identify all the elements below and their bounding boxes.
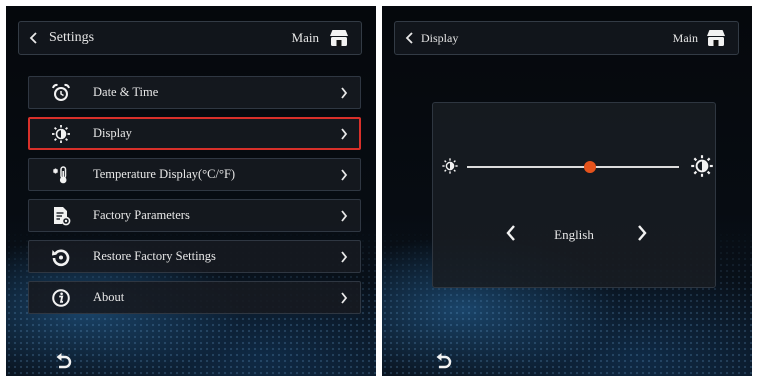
menu-item-label: Date & Time (93, 85, 159, 99)
main-link[interactable]: Main (673, 22, 698, 54)
menu-item-temperature-display[interactable]: Temperature Display(°C/°F) (28, 158, 361, 191)
language-value: English (554, 227, 594, 242)
info-icon (52, 289, 70, 307)
brightness-low-icon (442, 158, 458, 174)
main-link[interactable]: Main (292, 22, 319, 54)
settings-screen: Settings Main Date & Time Display Temper… (6, 6, 376, 376)
display-panel: English (432, 102, 716, 288)
display-header: Display Main (394, 21, 739, 55)
return-icon (56, 353, 72, 369)
menu-item-label: Factory Parameters (93, 208, 190, 222)
page-title: Display (421, 31, 459, 45)
brightness-down-button[interactable] (441, 157, 459, 180)
document-settings-icon (54, 207, 71, 226)
back-button[interactable] (405, 22, 415, 54)
language-next-button[interactable] (636, 223, 648, 248)
brightness-icon (52, 125, 70, 143)
menu-item-label: About (93, 290, 125, 304)
chevron-right-icon (341, 128, 348, 140)
return-button[interactable] (434, 352, 454, 375)
chevron-left-icon (29, 32, 37, 44)
chevron-left-icon (405, 32, 413, 44)
chevron-right-icon (638, 225, 647, 241)
menu-item-label: Restore Factory Settings (93, 249, 216, 263)
chevron-right-icon (341, 169, 348, 181)
chevron-right-icon (341, 87, 348, 99)
home-icon (330, 30, 348, 46)
settings-menu: Date & Time Display Temperature Display(… (28, 76, 361, 322)
brightness-up-button[interactable] (690, 154, 714, 183)
menu-item-label: Display (93, 126, 132, 140)
return-icon (436, 353, 452, 369)
menu-item-about[interactable]: About (28, 281, 361, 314)
menu-item-factory-parameters[interactable]: Factory Parameters (28, 199, 361, 232)
back-button[interactable] (29, 22, 39, 54)
restore-icon (52, 249, 70, 267)
thermometer-icon (53, 166, 67, 184)
return-button[interactable] (54, 352, 74, 375)
chevron-right-icon (341, 251, 348, 263)
brightness-high-icon (691, 155, 713, 177)
page-title: Settings (49, 30, 95, 45)
brightness-slider-thumb[interactable] (583, 161, 596, 173)
menu-item-restore-factory-settings[interactable]: Restore Factory Settings (28, 240, 361, 273)
display-screen: Display Main English (382, 6, 752, 376)
menu-item-date-time[interactable]: Date & Time (28, 76, 361, 109)
chevron-right-icon (341, 210, 348, 222)
alarm-clock-icon (52, 83, 70, 101)
home-icon (707, 30, 725, 46)
chevron-right-icon (341, 292, 348, 304)
settings-header: Settings Main (18, 21, 362, 55)
brightness-slider-track[interactable] (467, 166, 679, 168)
language-selector: English (433, 223, 715, 247)
home-button[interactable] (329, 29, 349, 52)
menu-item-display[interactable]: Display (28, 117, 361, 150)
menu-item-label: Temperature Display(°C/°F) (93, 167, 236, 181)
home-button[interactable] (706, 29, 726, 52)
